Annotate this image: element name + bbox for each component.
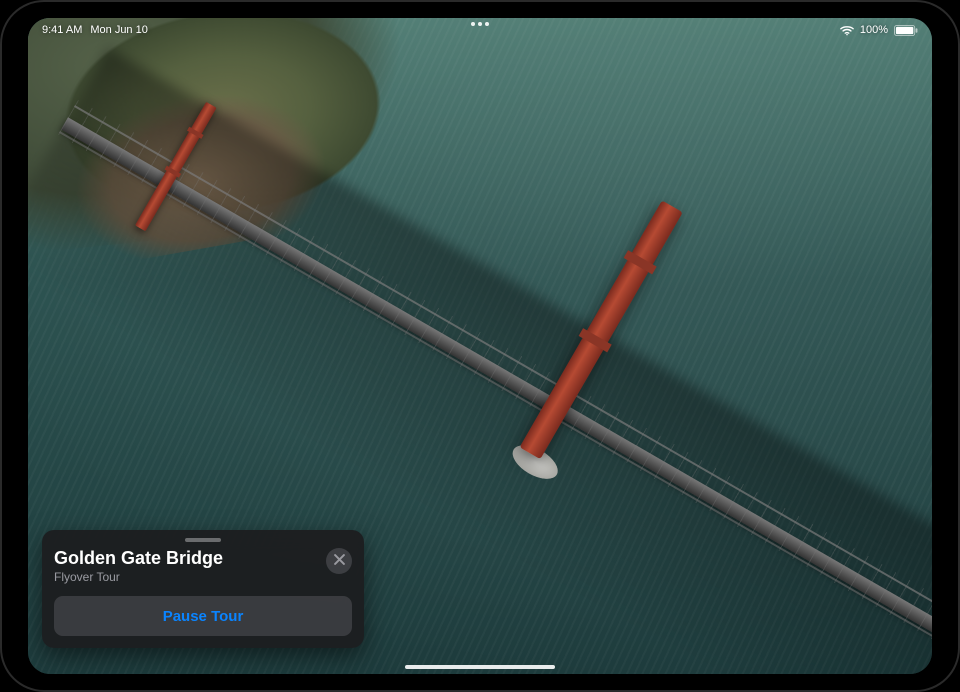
home-indicator[interactable] bbox=[405, 665, 555, 669]
battery-percent: 100% bbox=[860, 24, 888, 36]
pause-tour-label: Pause Tour bbox=[163, 608, 244, 625]
flyover-card[interactable]: Golden Gate Bridge Flyover Tour Pause To… bbox=[42, 530, 364, 648]
sheet-grabber[interactable] bbox=[185, 538, 221, 542]
ipad-frame: 9:41 AM Mon Jun 10 100% bbox=[0, 0, 960, 692]
multitask-dots-icon[interactable] bbox=[471, 22, 489, 26]
wifi-icon bbox=[840, 25, 854, 36]
close-button[interactable] bbox=[326, 548, 352, 574]
status-bar: 9:41 AM Mon Jun 10 100% bbox=[28, 18, 932, 40]
screen[interactable]: 9:41 AM Mon Jun 10 100% bbox=[28, 18, 932, 674]
close-icon bbox=[334, 552, 345, 570]
status-date: Mon Jun 10 bbox=[90, 24, 147, 36]
flyover-subtitle: Flyover Tour bbox=[54, 570, 223, 584]
status-time: 9:41 AM bbox=[42, 24, 82, 36]
battery-icon bbox=[894, 25, 918, 36]
pause-tour-button[interactable]: Pause Tour bbox=[54, 596, 352, 636]
flyover-title: Golden Gate Bridge bbox=[54, 548, 223, 569]
